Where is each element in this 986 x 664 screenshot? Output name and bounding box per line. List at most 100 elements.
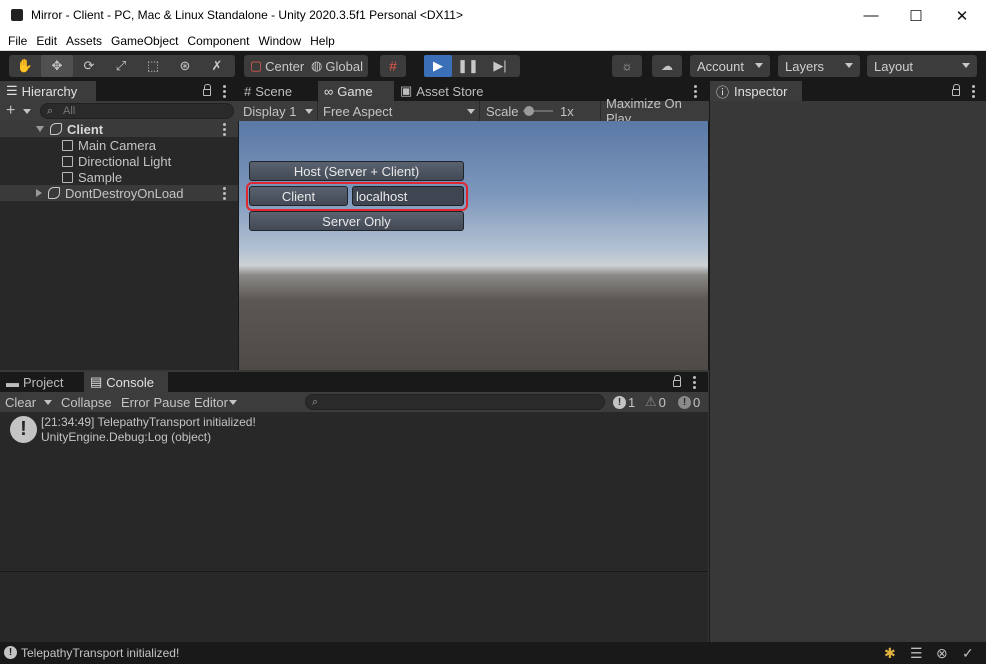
layers-dropdown[interactable]: Layers [778, 55, 860, 77]
hierarchy-item-directional-light[interactable]: Directional Light [62, 153, 171, 169]
tab-inspector[interactable]: ⓘ Inspector [710, 81, 802, 101]
scale-tool-icon[interactable]: ⤢ [105, 55, 137, 77]
cloud-icon: ☁ [661, 59, 673, 73]
cache-icon[interactable]: ☰ [910, 645, 923, 662]
move-tool-icon[interactable]: ✥ [41, 55, 73, 77]
lock-icon[interactable] [203, 84, 211, 96]
gameobject-icon [62, 155, 73, 167]
gameobject-icon [62, 139, 73, 151]
lock-icon[interactable] [673, 375, 681, 387]
dontdestroy-kebab-icon[interactable] [223, 187, 226, 202]
window-title: Mirror - Client - PC, Mac & Linux Standa… [31, 8, 463, 22]
menu-edit[interactable]: Edit [36, 32, 57, 50]
maximize-on-play-toggle[interactable]: Maximize On Play [600, 96, 709, 126]
hierarchy-panel: ☰ Hierarchy + ⌕ All Client Main Camera Di… [0, 81, 238, 370]
editor-dropdown[interactable]: Editor [194, 392, 228, 412]
hierarchy-scene-row[interactable]: Client [0, 121, 238, 137]
scale-label: Scale [486, 103, 519, 119]
info-icon: ! [4, 646, 17, 659]
kebab-menu-icon[interactable] [693, 376, 696, 391]
kebab-menu-icon[interactable] [972, 85, 975, 100]
rotate-tool-icon[interactable]: ⟳ [73, 55, 105, 77]
console-splitter[interactable] [0, 571, 708, 572]
menu-bar: File Edit Assets GameObject Component Wi… [0, 31, 986, 51]
console-toolbar: Clear Collapse Error Pause Editor ⌕ ! 1 ⚠… [0, 392, 708, 412]
scale-slider-handle[interactable] [524, 106, 534, 116]
tab-asset-store[interactable]: ▣ Asset Store [394, 81, 494, 101]
tab-project[interactable]: ▬ Project [0, 372, 80, 392]
network-icon[interactable]: ⊗ [936, 645, 948, 662]
log-stacktrace-text: UnityEngine.Debug:Log (object) [41, 430, 212, 444]
menu-window[interactable]: Window [258, 32, 301, 50]
kebab-menu-icon[interactable] [223, 85, 226, 100]
clear-options-chevron-icon[interactable] [44, 400, 52, 405]
list-icon: ☰ [6, 83, 18, 98]
info-icon: ⓘ [716, 84, 730, 100]
lock-icon[interactable] [952, 84, 960, 96]
rect-tool-icon[interactable]: ⬚ [137, 55, 169, 77]
bug-icon[interactable]: ✱ [884, 645, 896, 662]
console-log-entry[interactable]: ! [21:34:49] TelepathyTransport initiali… [0, 412, 708, 446]
check-icon[interactable]: ✓ [962, 645, 974, 662]
menu-gameobject[interactable]: GameObject [111, 32, 178, 50]
expand-arrow-icon[interactable] [36, 189, 42, 197]
display-dropdown[interactable]: Display 1 [238, 101, 318, 121]
game-viewport[interactable]: Host (Server + Client) Client localhost … [239, 121, 708, 370]
step-button[interactable]: ▶| [484, 55, 516, 77]
menu-file[interactable]: File [8, 32, 27, 50]
transform-tools: ✋ ✥ ⟳ ⤢ ⬚ ⊛ ✗ [9, 55, 235, 77]
console-search-input[interactable]: ⌕ [305, 394, 605, 410]
chevron-down-icon[interactable] [23, 109, 31, 114]
layout-dropdown[interactable]: Layout [867, 55, 977, 77]
tab-scene[interactable]: # Scene [238, 81, 316, 101]
pivot-center-button[interactable]: ▢ Center [244, 55, 306, 77]
pause-button[interactable]: ❚❚ [452, 55, 484, 77]
collab-button[interactable]: ☼ [612, 55, 642, 77]
add-button[interactable]: + [6, 101, 15, 121]
cloud-button[interactable]: ☁ [652, 55, 682, 77]
scene-kebab-icon[interactable] [223, 123, 226, 138]
tab-game[interactable]: ∞ Game [318, 81, 394, 101]
highlight-box [246, 182, 468, 211]
play-controls: ▶ ❚❚ ▶| [424, 55, 520, 77]
expand-arrow-icon[interactable] [36, 126, 44, 132]
menu-assets[interactable]: Assets [66, 32, 102, 50]
pivot-group: ▢ Center ◍ Global [244, 55, 368, 77]
minimize-button[interactable]: — [848, 0, 894, 31]
host-server-client-button[interactable]: Host (Server + Client) [249, 161, 464, 181]
hierarchy-search-input[interactable]: ⌕ All [40, 103, 234, 119]
hand-tool-icon[interactable]: ✋ [9, 55, 41, 77]
play-button[interactable]: ▶ [424, 55, 452, 77]
grid-snap-button[interactable]: # [380, 55, 406, 77]
scale-value: 1x [560, 103, 574, 119]
error-count-toggle[interactable]: ! 0 [678, 392, 700, 412]
menu-component[interactable]: Component [187, 32, 249, 50]
tab-hierarchy[interactable]: ☰ Hierarchy [0, 81, 96, 101]
menu-help[interactable]: Help [310, 32, 335, 50]
search-icon: ⌕ [47, 105, 54, 117]
search-icon: ⌕ [312, 396, 319, 408]
error-pause-toggle[interactable]: Error Pause [121, 392, 190, 412]
tab-console[interactable]: ▤ Console [84, 372, 168, 392]
game-toolbar: Display 1 Free Aspect Scale 1x Maximize … [238, 96, 709, 126]
hierarchy-dontdestroy-row[interactable]: DontDestroyOnLoad [0, 185, 238, 201]
chevron-down-icon [962, 63, 970, 68]
pivot-icon: ▢ [249, 58, 263, 73]
warning-count-toggle[interactable]: ⚠ 0 [645, 392, 666, 412]
custom-tool-icon[interactable]: ✗ [201, 55, 233, 77]
aspect-dropdown[interactable]: Free Aspect [318, 101, 480, 121]
hierarchy-item-main-camera[interactable]: Main Camera [62, 137, 156, 153]
hierarchy-item-sample[interactable]: Sample [62, 169, 122, 185]
collapse-toggle[interactable]: Collapse [61, 392, 112, 412]
server-only-button[interactable]: Server Only [249, 211, 464, 231]
account-dropdown[interactable]: Account [690, 55, 770, 77]
pivot-global-button[interactable]: ◍ Global [306, 55, 368, 77]
log-count-toggle[interactable]: ! 1 [613, 392, 635, 412]
status-message[interactable]: TelepathyTransport initialized! [21, 646, 179, 660]
close-button[interactable]: ✕ [939, 0, 985, 31]
transform-tool-icon[interactable]: ⊛ [169, 55, 201, 77]
folder-icon: ▬ [6, 374, 19, 390]
maximize-button[interactable]: ☐ [893, 0, 939, 31]
clear-button[interactable]: Clear [5, 392, 36, 412]
chevron-down-icon[interactable] [229, 400, 237, 405]
